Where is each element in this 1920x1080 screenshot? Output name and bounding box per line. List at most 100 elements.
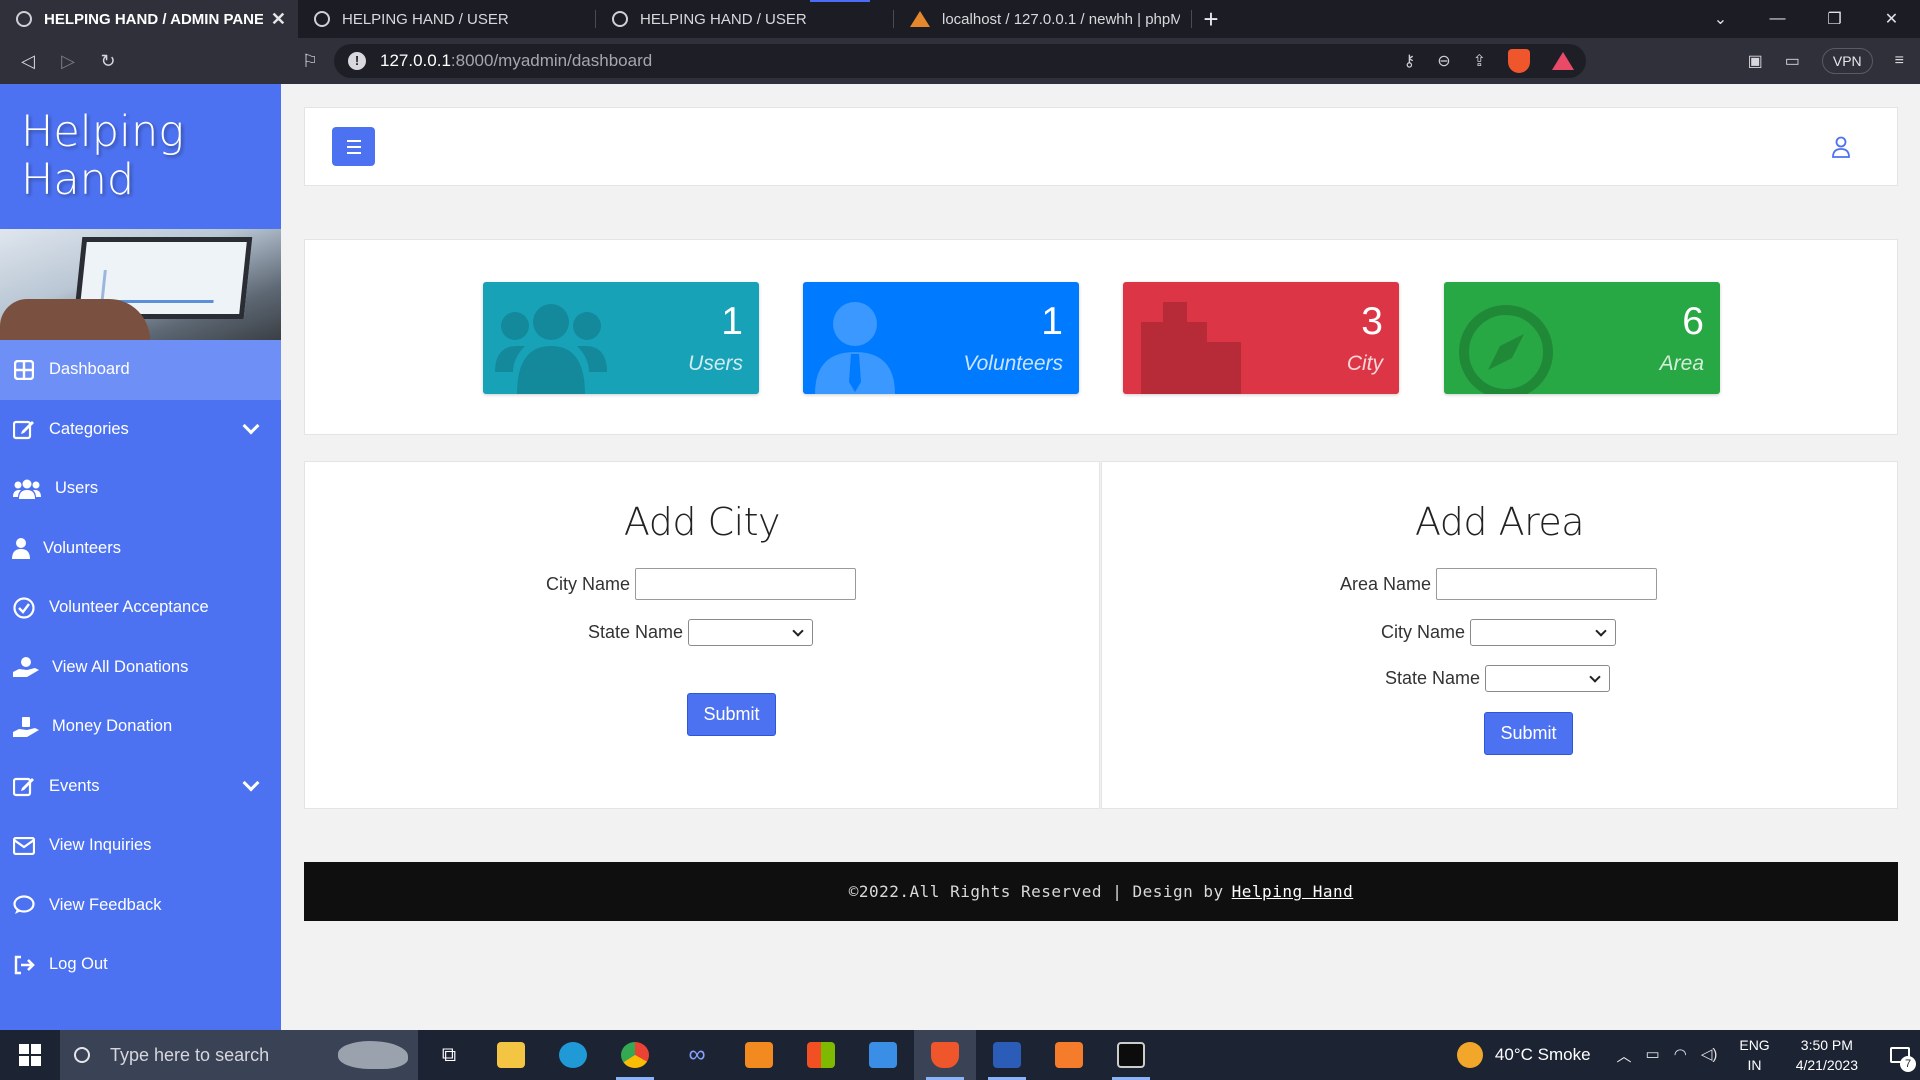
top-navbar [304, 107, 1898, 186]
tab-title: HELPING HAND / USER [640, 10, 807, 28]
sidebar-item-dashboard[interactable]: Dashboard [0, 340, 281, 400]
menu-toggle-button[interactable] [332, 127, 375, 166]
battery-icon[interactable]: ▭ [1646, 1045, 1660, 1066]
weather-text[interactable]: 40°C Smoke [1495, 1045, 1591, 1065]
hand-holding-icon [12, 656, 39, 678]
sidebar-item-view-feedback[interactable]: View Feedback [0, 876, 281, 936]
sidebar-toggle-icon[interactable]: ▣ [1748, 51, 1763, 71]
tab-user-2[interactable]: HELPING HAND / USER [596, 0, 894, 38]
close-tab-icon[interactable]: ✕ [271, 9, 286, 30]
brave-rewards-icon[interactable] [1552, 52, 1574, 70]
chevron-down-icon[interactable] [242, 774, 260, 791]
city-name-row: City Name [546, 568, 857, 600]
stat-value: 6 [1682, 300, 1704, 343]
infinity-app-icon[interactable]: ∞ [666, 1030, 728, 1080]
bookmark-icon[interactable]: ⚐ [290, 51, 330, 72]
store-icon[interactable] [790, 1030, 852, 1080]
chevron-down-icon[interactable] [242, 417, 260, 434]
vpn-button[interactable]: VPN [1821, 48, 1873, 74]
forward-icon[interactable]: ▷ [48, 51, 88, 72]
brand-logo[interactable]: Helping Hand [0, 84, 281, 229]
user-tie-icon [815, 302, 895, 394]
tray-chevron-icon[interactable]: ︿ [1617, 1045, 1632, 1066]
close-window-button[interactable]: ✕ [1863, 9, 1920, 29]
area-name-input[interactable] [1436, 568, 1658, 600]
sidebar-item-label: View Feedback [49, 895, 162, 914]
address-bar[interactable]: ! 127.0.0.1:8000/myadmin/dashboard ⚷ ⊖ ⇪ [334, 44, 1586, 78]
sidebar-item-label: Money Donation [52, 717, 173, 736]
sidebar-item-money-donation[interactable]: Money Donation [0, 697, 281, 757]
weather-icon[interactable] [1456, 1042, 1483, 1068]
city-name-input[interactable] [635, 568, 857, 600]
wallet-icon[interactable]: ▭ [1785, 51, 1800, 71]
stat-card-city[interactable]: 3 City [1123, 282, 1399, 394]
sidebar-item-view-inquiries[interactable]: View Inquiries [0, 816, 281, 876]
globe-icon [16, 11, 32, 27]
area-name-row: Area Name [1340, 568, 1658, 600]
search-app-icon[interactable] [852, 1030, 914, 1080]
start-button[interactable] [0, 1030, 60, 1080]
zoom-icon[interactable]: ⊖ [1437, 51, 1450, 71]
site-info-icon[interactable]: ! [348, 52, 366, 70]
file-explorer-icon[interactable] [480, 1030, 542, 1080]
language-code: ENG [1739, 1037, 1770, 1053]
sidebar-item-volunteers[interactable]: Volunteers [0, 519, 281, 579]
reload-icon[interactable]: ↻ [88, 51, 128, 72]
city-name-label: City Name [1381, 622, 1466, 642]
sidebar-item-label: Categories [49, 419, 129, 438]
footer-link[interactable]: Helping Hand [1232, 882, 1354, 901]
state-name-select[interactable] [688, 619, 814, 646]
sidebar-item-users[interactable]: Users [0, 459, 281, 519]
tab-search-icon[interactable]: ⌄ [1692, 9, 1749, 29]
sidebar-item-view-all-donations[interactable]: View All Donations [0, 638, 281, 698]
volume-icon[interactable]: ◁) [1701, 1045, 1718, 1066]
sidebar-item-label: Volunteers [43, 538, 121, 557]
menu-icon[interactable]: ≡ [1895, 52, 1904, 70]
sidebar-item-label: Events [49, 776, 100, 795]
stat-card-area[interactable]: 6 Area [1444, 282, 1720, 394]
word-icon[interactable] [976, 1030, 1038, 1080]
brave-shield-icon[interactable] [1508, 49, 1530, 73]
phpmyadmin-icon [910, 11, 930, 27]
sidebar-item-volunteer-acceptance[interactable]: Volunteer Acceptance [0, 578, 281, 638]
user-profile-icon[interactable] [1831, 136, 1851, 158]
add-city-submit-button[interactable]: Submit [687, 693, 776, 736]
taskbar-clock[interactable]: 3:50 PM 4/21/2023 [1796, 1035, 1858, 1075]
sidebar-item-log-out[interactable]: Log Out [0, 935, 281, 995]
notification-button[interactable]: 7 [1880, 1030, 1920, 1080]
xampp-icon[interactable] [1038, 1030, 1100, 1080]
task-view-icon[interactable]: ⧉ [418, 1030, 480, 1080]
brave-icon[interactable] [914, 1030, 976, 1080]
restore-button[interactable]: ❐ [1806, 9, 1863, 29]
state-name-select[interactable] [1485, 665, 1611, 692]
chrome-icon[interactable] [604, 1030, 666, 1080]
key-icon[interactable]: ⚷ [1403, 51, 1415, 71]
back-icon[interactable]: ◁ [8, 51, 48, 72]
browser-tab-bar: HELPING HAND / ADMIN PANEL ✕ HELPING HAN… [0, 0, 1920, 38]
tab-user-1[interactable]: HELPING HAND / USER [298, 0, 596, 38]
city-name-select[interactable] [1470, 619, 1617, 646]
minimize-button[interactable]: — [1749, 10, 1806, 28]
stat-card-volunteers[interactable]: 1 Volunteers [803, 282, 1079, 394]
sublime-text-icon[interactable] [728, 1030, 790, 1080]
hand-money-icon [12, 716, 39, 738]
share-icon[interactable]: ⇪ [1473, 51, 1486, 71]
wifi-icon[interactable]: ◠ [1674, 1045, 1687, 1066]
sidebar-item-label: Users [55, 479, 99, 498]
state-name-label: State Name [588, 622, 684, 642]
tab-admin-panel[interactable]: HELPING HAND / ADMIN PANEL ✕ [0, 0, 298, 38]
tab-phpmyadmin[interactable]: localhost / 127.0.0.1 / newhh | phpMy [894, 0, 1192, 38]
region-code: IN [1747, 1057, 1762, 1073]
stat-card-users[interactable]: 1 Users [483, 282, 759, 394]
taskbar-search[interactable]: Type here to search [60, 1030, 418, 1080]
sidebar-item-categories[interactable]: Categories [0, 400, 281, 460]
edge-icon[interactable] [542, 1030, 604, 1080]
sidebar-item-label: View All Donations [52, 657, 189, 676]
sidebar-item-label: Log Out [49, 955, 108, 974]
sidebar-item-events[interactable]: Events [0, 757, 281, 817]
terminal-icon[interactable] [1100, 1030, 1162, 1080]
add-area-submit-button[interactable]: Submit [1484, 712, 1573, 755]
language-indicator[interactable]: ENG IN [1739, 1035, 1769, 1075]
new-tab-button[interactable]: + [1192, 0, 1230, 38]
compass-icon [1456, 302, 1556, 394]
